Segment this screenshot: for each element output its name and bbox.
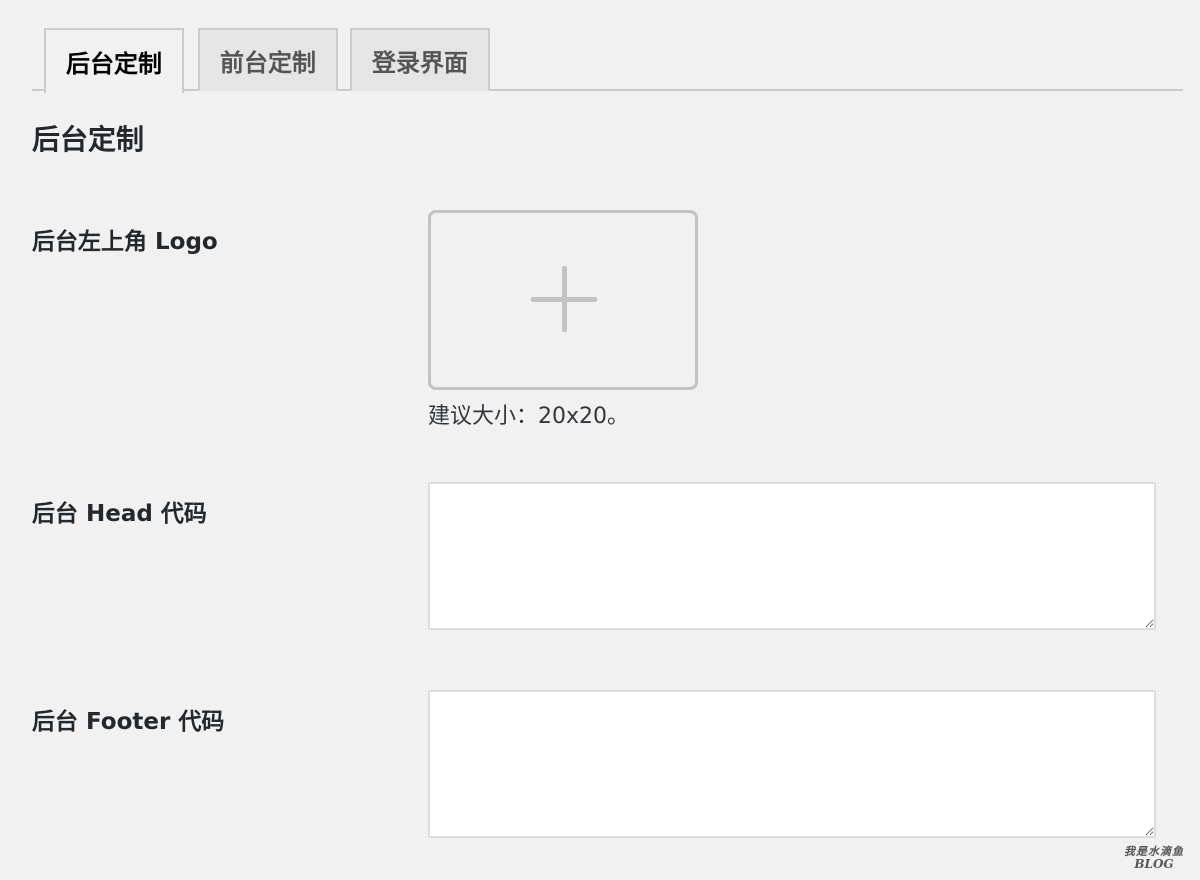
footer-code-label: 后台 Footer 代码 bbox=[32, 709, 225, 735]
footer-code-textarea[interactable] bbox=[428, 690, 1156, 838]
logo-upload-button[interactable] bbox=[428, 210, 698, 390]
logo-size-hint: 建议大小：20x20。 bbox=[428, 404, 630, 429]
logo-field-label: 后台左上角 Logo bbox=[32, 229, 218, 255]
tab-frontend-custom[interactable]: 前台定制 bbox=[198, 28, 338, 91]
watermark-line-2: BLOG bbox=[1134, 857, 1174, 871]
watermark-logo: 我是水滴鱼 BLOG bbox=[1120, 843, 1188, 870]
section-title: 后台定制 bbox=[32, 123, 145, 156]
tab-bar: 后台定制 前台定制 登录界面 bbox=[32, 0, 1183, 93]
head-code-label: 后台 Head 代码 bbox=[32, 501, 207, 527]
tab-login-page[interactable]: 登录界面 bbox=[350, 28, 490, 91]
plus-icon bbox=[531, 266, 597, 332]
head-code-textarea[interactable] bbox=[428, 482, 1156, 630]
tab-backend-custom[interactable]: 后台定制 bbox=[44, 28, 184, 93]
